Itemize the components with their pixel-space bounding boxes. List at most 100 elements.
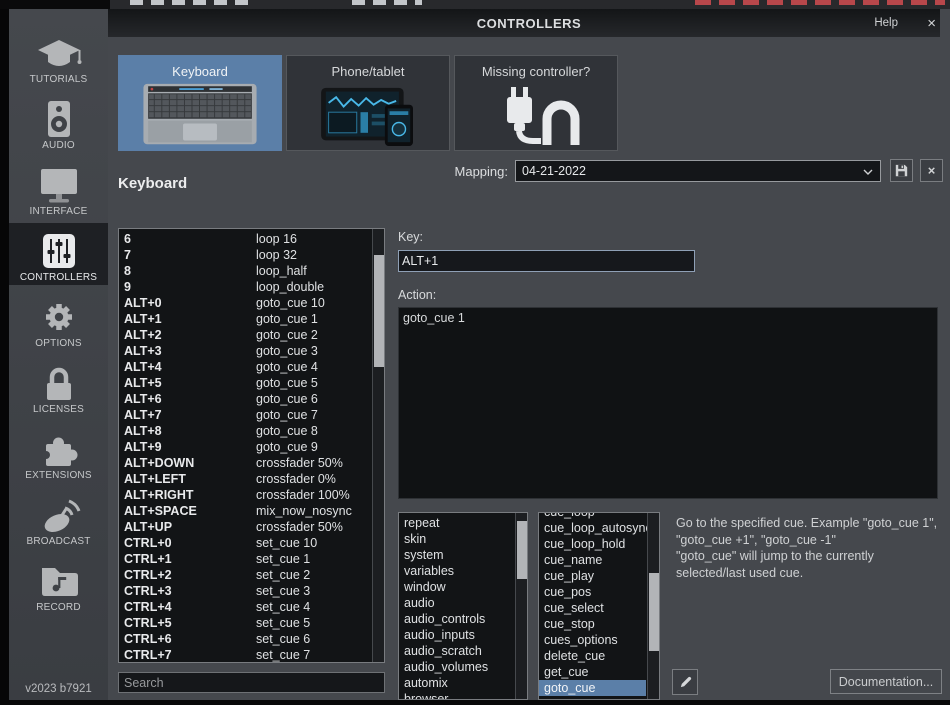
tab-keyboard[interactable]: Keyboard — [118, 55, 282, 151]
key-mapping-row[interactable]: CTRL+5set_cue 5 — [119, 615, 371, 631]
tab-label: Missing controller? — [482, 64, 590, 79]
key-cell: ALT+5 — [124, 375, 256, 391]
key-mapping-row[interactable]: ALT+9goto_cue 9 — [119, 439, 371, 455]
key-mapping-row[interactable]: CTRL+7set_cue 7 — [119, 647, 371, 663]
action-cell: goto_cue 3 — [256, 344, 318, 358]
key-mapping-list[interactable]: 6loop 16 7loop 32 8loop_half 9loop_doubl… — [118, 228, 385, 663]
key-mapping-row[interactable]: 9loop_double — [119, 279, 371, 295]
usb-plug-icon — [481, 79, 591, 150]
key-mapping-row[interactable]: ALT+8goto_cue 8 — [119, 423, 371, 439]
sidebar-item-broadcast[interactable]: BROADCAST — [9, 487, 108, 549]
documentation-button[interactable]: Documentation... — [830, 669, 942, 694]
sidebar-item-label: BROADCAST — [26, 536, 90, 547]
key-cell: ALT+0 — [124, 295, 256, 311]
action-list-item[interactable]: goto_cue — [539, 680, 646, 696]
category-list-item[interactable]: repeat — [399, 515, 514, 531]
key-mapping-row[interactable]: ALT+DOWNcrossfader 50% — [119, 455, 371, 471]
action-list-item[interactable]: cue_play — [539, 568, 646, 584]
key-mapping-row[interactable]: ALT+7goto_cue 7 — [119, 407, 371, 423]
action-list-scrollbar[interactable] — [647, 513, 659, 699]
action-list-item[interactable]: cue_pos — [539, 584, 646, 600]
key-mapping-row[interactable]: CTRL+2set_cue 2 — [119, 567, 371, 583]
category-list-item[interactable]: audio_inputs — [399, 627, 514, 643]
search-input[interactable] — [118, 672, 385, 693]
key-mapping-row[interactable]: 6loop 16 — [119, 231, 371, 247]
key-mapping-row[interactable]: ALT+LEFTcrossfader 0% — [119, 471, 371, 487]
key-mapping-row[interactable]: ALT+5goto_cue 5 — [119, 375, 371, 391]
category-list-item[interactable]: window — [399, 579, 514, 595]
category-list-item[interactable]: automix — [399, 675, 514, 691]
action-list-item[interactable]: cue_loop_hold — [539, 536, 646, 552]
category-list-item[interactable]: audio — [399, 595, 514, 611]
action-list-item[interactable]: delete_cue — [539, 648, 646, 664]
delete-mapping-button[interactable]: × — [920, 159, 943, 182]
key-cell: ALT+3 — [124, 343, 256, 359]
key-mapping-row[interactable]: CTRL+3set_cue 3 — [119, 583, 371, 599]
scrollbar-thumb[interactable] — [374, 255, 384, 367]
close-icon[interactable]: × — [927, 16, 936, 31]
action-cell: goto_cue 4 — [256, 360, 318, 374]
key-mapping-row[interactable]: ALT+1goto_cue 1 — [119, 311, 371, 327]
category-list-item[interactable]: browser — [399, 691, 514, 700]
key-mapping-row[interactable]: 7loop 32 — [119, 247, 371, 263]
tab-phone-tablet[interactable]: Phone/tablet — [286, 55, 450, 151]
key-mapping-row[interactable]: CTRL+6set_cue 6 — [119, 631, 371, 647]
key-mapping-row[interactable]: ALT+3goto_cue 3 — [119, 343, 371, 359]
action-list-item[interactable]: cue_select — [539, 600, 646, 616]
action-list-item[interactable]: cue_loop — [539, 512, 646, 520]
key-mapping-row[interactable]: ALT+SPACEmix_now_nosync — [119, 503, 371, 519]
key-mapping-row[interactable]: 8loop_half — [119, 263, 371, 279]
key-mapping-row[interactable]: CTRL+0set_cue 10 — [119, 535, 371, 551]
action-list-item[interactable]: cue_stop — [539, 616, 646, 632]
help-button[interactable]: Help — [874, 17, 898, 29]
key-input[interactable] — [398, 250, 695, 272]
sidebar-item-extensions[interactable]: EXTENSIONS — [9, 421, 108, 483]
action-list-item[interactable]: cues_options — [539, 632, 646, 648]
action-list-item[interactable]: cue_loop_autosync — [539, 520, 646, 536]
key-mapping-row[interactable]: ALT+6goto_cue 6 — [119, 391, 371, 407]
scrollbar-thumb[interactable] — [517, 521, 527, 579]
key-cell: CTRL+5 — [124, 615, 256, 631]
action-cell: mix_now_nosync — [256, 504, 352, 518]
tab-missing-controller[interactable]: Missing controller? — [454, 55, 618, 151]
key-mapping-row[interactable]: ALT+RIGHTcrossfader 100% — [119, 487, 371, 503]
sidebar-item-licenses[interactable]: LICENSES — [9, 355, 108, 417]
tab-label: Phone/tablet — [331, 64, 404, 79]
sidebar-item-interface[interactable]: INTERFACE — [9, 157, 108, 219]
action-input[interactable]: goto_cue 1 — [398, 307, 938, 499]
sidebar-item-options[interactable]: OPTIONS — [9, 289, 108, 351]
sidebar-item-audio[interactable]: AUDIO — [9, 91, 108, 153]
action-cell: crossfader 100% — [256, 488, 350, 502]
key-mapping-row[interactable]: CTRL+1set_cue 1 — [119, 551, 371, 567]
action-category-list[interactable]: repeat skin system variables window audi… — [398, 512, 528, 700]
action-list-item[interactable]: cue_name — [539, 552, 646, 568]
key-mapping-row[interactable]: CTRL+4set_cue 4 — [119, 599, 371, 615]
sidebar-item-controllers[interactable]: CONTROLLERS — [9, 223, 108, 285]
action-name-list[interactable]: cue_loop cue_loop_autosync cue_loop_hold… — [538, 512, 660, 700]
category-list-item[interactable]: variables — [399, 563, 514, 579]
gear-icon — [35, 298, 83, 336]
category-list-item[interactable]: audio_scratch — [399, 643, 514, 659]
sidebar-item-record[interactable]: RECORD — [9, 553, 108, 615]
key-mapping-row[interactable]: ALT+2goto_cue 2 — [119, 327, 371, 343]
page-title: CONTROLLERS — [108, 16, 950, 31]
key-cell: 9 — [124, 279, 256, 295]
scrollbar-thumb[interactable] — [649, 573, 659, 651]
category-list-item[interactable]: audio_volumes — [399, 659, 514, 675]
key-mapping-row[interactable]: ALT+0goto_cue 10 — [119, 295, 371, 311]
category-list-scrollbar[interactable] — [515, 513, 527, 699]
edit-action-button[interactable] — [672, 669, 698, 695]
satellite-dish-icon — [35, 496, 83, 534]
category-list-item[interactable]: skin — [399, 531, 514, 547]
category-list-item[interactable]: audio_controls — [399, 611, 514, 627]
key-list-scrollbar[interactable] — [372, 229, 384, 662]
key-mapping-row[interactable]: ALT+4goto_cue 4 — [119, 359, 371, 375]
category-list-item[interactable]: system — [399, 547, 514, 563]
key-cell: ALT+RIGHT — [124, 487, 256, 503]
monitor-icon — [35, 166, 83, 204]
action-list-item[interactable]: get_cue — [539, 664, 646, 680]
mapping-dropdown[interactable]: 04-21-2022 — [515, 160, 881, 182]
save-mapping-button[interactable] — [890, 159, 913, 182]
key-mapping-row[interactable]: ALT+UPcrossfader 50% — [119, 519, 371, 535]
sidebar-item-tutorials[interactable]: TUTORIALS — [9, 25, 108, 87]
